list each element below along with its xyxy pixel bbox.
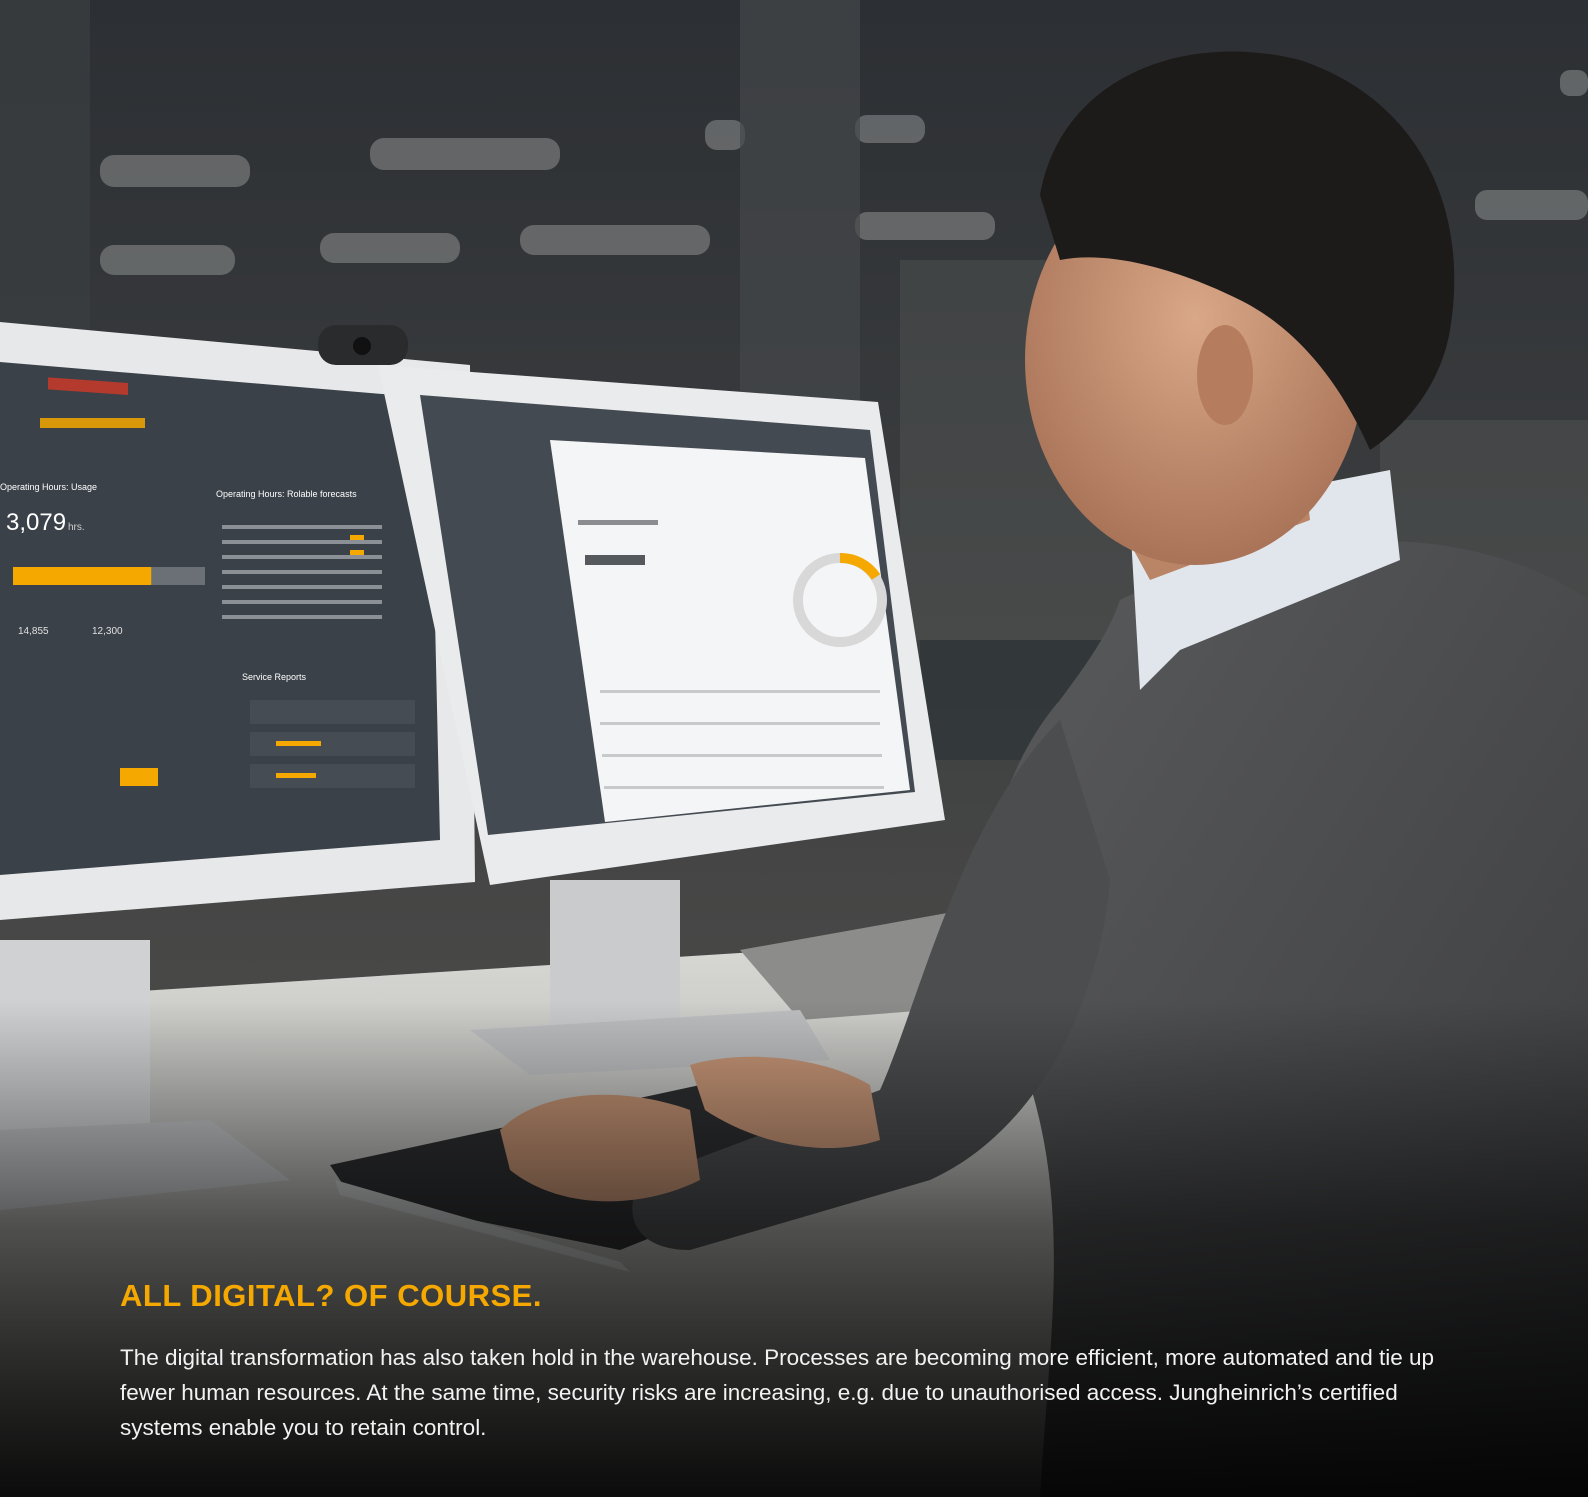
body-text: The digital transformation has also take… [120,1345,1435,1440]
left-panel-title-2: Operating Hours: Rolable forecasts [216,489,357,499]
caption-block: ALL DIGITAL? OF COURSE. The digital tran… [120,1278,1468,1445]
usage-unit: hrs. [68,522,85,533]
usage-bar-fill [13,567,152,585]
headline: ALL DIGITAL? OF COURSE. [120,1278,542,1313]
left-panel-title-1: Operating Hours: Usage [0,482,97,492]
left-screen-button [120,768,158,786]
usage-value: 3,079 [6,509,66,536]
service-reports-title: Service Reports [242,672,307,682]
stat-a: 14,855 [18,626,49,637]
photo-scene: Operating Hours: Usage Operating Hours: … [0,0,1588,1497]
stat-b: 12,300 [92,626,123,637]
